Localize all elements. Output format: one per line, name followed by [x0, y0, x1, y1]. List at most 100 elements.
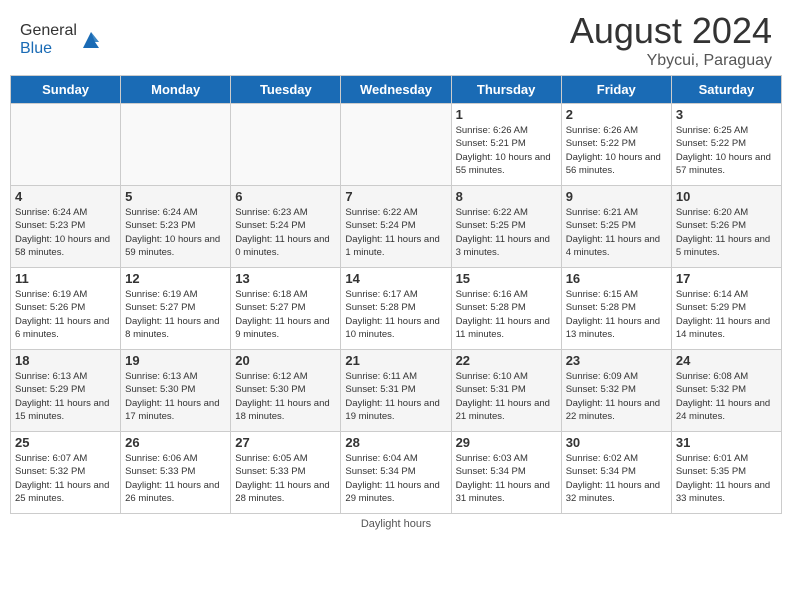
table-row: 12Sunrise: 6:19 AM Sunset: 5:27 PM Dayli… [121, 268, 231, 350]
calendar-week-row: 1 Sunrise: 6:26 AM Sunset: 5:21 PM Daylig… [11, 104, 782, 186]
day-number: 21 [345, 353, 446, 368]
calendar-table: Sunday Monday Tuesday Wednesday Thursday… [10, 75, 782, 514]
table-row: 16 Sunrise: 6:15 AM Sunset: 5:28 PM Dayli… [561, 268, 671, 350]
day-number: 4 [15, 189, 116, 204]
day-info: Sunrise: 6:17 AM Sunset: 5:28 PM Dayligh… [345, 288, 446, 341]
day-number: 28 [345, 435, 446, 450]
calendar-week-row: 25 Sunrise: 6:07 AM Sunset: 5:32 PM Dayli… [11, 432, 782, 514]
table-row [121, 104, 231, 186]
day-number: 10 [676, 189, 777, 204]
table-row: 4Sunrise: 6:24 AM Sunset: 5:23 PM Daylig… [11, 186, 121, 268]
table-row [341, 104, 451, 186]
day-info: Sunrise: 6:18 AM Sunset: 5:27 PM Dayligh… [235, 288, 336, 341]
day-number: 25 [15, 435, 116, 450]
day-number: 15 [456, 271, 557, 286]
table-row: 22Sunrise: 6:10 AM Sunset: 5:31 PM Dayli… [451, 350, 561, 432]
table-row: 24Sunrise: 6:08 AM Sunset: 5:32 PM Dayli… [671, 350, 781, 432]
day-info: Sunrise: 6:15 AM Sunset: 5:28 PM Dayligh… [566, 288, 667, 341]
day-info: Sunrise: 6:13 AM Sunset: 5:30 PM Dayligh… [125, 370, 226, 423]
day-number: 9 [566, 189, 667, 204]
day-number: 11 [15, 271, 116, 286]
table-row: 23 Sunrise: 6:09 AM Sunset: 5:32 PM Dayli… [561, 350, 671, 432]
table-row: 29 Sunrise: 6:03 AM Sunset: 5:34 PM Dayli… [451, 432, 561, 514]
day-info: Sunrise: 6:22 AM Sunset: 5:24 PM Dayligh… [345, 206, 446, 259]
logo-icon [79, 28, 103, 52]
table-row: 1 Sunrise: 6:26 AM Sunset: 5:21 PM Daylig… [451, 104, 561, 186]
day-number: 19 [125, 353, 226, 368]
table-row: 9Sunrise: 6:21 AM Sunset: 5:25 PM Daylig… [561, 186, 671, 268]
day-info: Sunrise: 6:19 AM Sunset: 5:26 PM Dayligh… [15, 288, 116, 341]
day-info: Sunrise: 6:03 AM Sunset: 5:34 PM Dayligh… [456, 452, 557, 505]
day-number: 18 [15, 353, 116, 368]
table-row: 27 Sunrise: 6:05 AM Sunset: 5:33 PM Dayli… [231, 432, 341, 514]
logo-general-text: General [20, 22, 77, 39]
day-number: 8 [456, 189, 557, 204]
table-row: 21Sunrise: 6:11 AM Sunset: 5:31 PM Dayli… [341, 350, 451, 432]
day-info: Sunrise: 6:14 AM Sunset: 5:29 PM Dayligh… [676, 288, 777, 341]
day-number: 2 [566, 107, 667, 122]
logo-blue-text: Blue [20, 40, 52, 57]
day-info: Sunrise: 6:25 AM Sunset: 5:22 PM Dayligh… [676, 124, 777, 177]
table-row: 5Sunrise: 6:24 AM Sunset: 5:23 PM Daylig… [121, 186, 231, 268]
location-subtitle: Ybycui, Paraguay [570, 52, 772, 70]
day-info: Sunrise: 6:22 AM Sunset: 5:25 PM Dayligh… [456, 206, 557, 259]
day-info: Sunrise: 6:12 AM Sunset: 5:30 PM Dayligh… [235, 370, 336, 423]
day-info: Sunrise: 6:09 AM Sunset: 5:32 PM Dayligh… [566, 370, 667, 423]
header-saturday: Saturday [671, 76, 781, 104]
table-row: 25 Sunrise: 6:07 AM Sunset: 5:32 PM Dayli… [11, 432, 121, 514]
day-number: 6 [235, 189, 336, 204]
day-number: 23 [566, 353, 667, 368]
table-row: 2 Sunrise: 6:26 AM Sunset: 5:22 PM Daylig… [561, 104, 671, 186]
day-number: 29 [456, 435, 557, 450]
table-row: 17 Sunrise: 6:14 AM Sunset: 5:29 PM Dayli… [671, 268, 781, 350]
table-row [231, 104, 341, 186]
day-number: 1 [456, 107, 557, 122]
page-header: General Blue August 2024 Ybycui, Paragua… [0, 0, 792, 75]
calendar-header-row: Sunday Monday Tuesday Wednesday Thursday… [11, 76, 782, 104]
table-row: 13 Sunrise: 6:18 AM Sunset: 5:27 PM Dayli… [231, 268, 341, 350]
day-info: Sunrise: 6:19 AM Sunset: 5:27 PM Dayligh… [125, 288, 226, 341]
table-row: 8 Sunrise: 6:22 AM Sunset: 5:25 PM Daylig… [451, 186, 561, 268]
table-row: 19 Sunrise: 6:13 AM Sunset: 5:30 PM Dayli… [121, 350, 231, 432]
day-info: Sunrise: 6:04 AM Sunset: 5:34 PM Dayligh… [345, 452, 446, 505]
day-info: Sunrise: 6:24 AM Sunset: 5:23 PM Dayligh… [125, 206, 226, 259]
logo: General Blue [20, 22, 103, 58]
day-info: Sunrise: 6:26 AM Sunset: 5:21 PM Dayligh… [456, 124, 557, 177]
table-row: 30Sunrise: 6:02 AM Sunset: 5:34 PM Dayli… [561, 432, 671, 514]
day-info: Sunrise: 6:23 AM Sunset: 5:24 PM Dayligh… [235, 206, 336, 259]
day-number: 17 [676, 271, 777, 286]
day-info: Sunrise: 6:06 AM Sunset: 5:33 PM Dayligh… [125, 452, 226, 505]
table-row: 6 Sunrise: 6:23 AM Sunset: 5:24 PM Daylig… [231, 186, 341, 268]
table-row: 15Sunrise: 6:16 AM Sunset: 5:28 PM Dayli… [451, 268, 561, 350]
day-number: 16 [566, 271, 667, 286]
calendar-week-row: 4 Sunrise: 6:24 AM Sunset: 5:23 PM Daylig… [11, 186, 782, 268]
title-section: August 2024 Ybycui, Paraguay [570, 10, 772, 70]
calendar-week-row: 11 Sunrise: 6:19 AM Sunset: 5:26 PM Dayli… [11, 268, 782, 350]
header-monday: Monday [121, 76, 231, 104]
day-info: Sunrise: 6:05 AM Sunset: 5:33 PM Dayligh… [235, 452, 336, 505]
day-number: 7 [345, 189, 446, 204]
month-year-title: August 2024 [570, 10, 772, 52]
header-thursday: Thursday [451, 76, 561, 104]
day-number: 20 [235, 353, 336, 368]
table-row: 31Sunrise: 6:01 AM Sunset: 5:35 PM Dayli… [671, 432, 781, 514]
table-row: 14 Sunrise: 6:17 AM Sunset: 5:28 PM Dayli… [341, 268, 451, 350]
table-row: 10 Sunrise: 6:20 AM Sunset: 5:26 PM Dayli… [671, 186, 781, 268]
table-row: 3Sunrise: 6:25 AM Sunset: 5:22 PM Daylig… [671, 104, 781, 186]
day-info: Sunrise: 6:13 AM Sunset: 5:29 PM Dayligh… [15, 370, 116, 423]
day-number: 13 [235, 271, 336, 286]
header-friday: Friday [561, 76, 671, 104]
table-row [11, 104, 121, 186]
day-info: Sunrise: 6:20 AM Sunset: 5:26 PM Dayligh… [676, 206, 777, 259]
day-info: Sunrise: 6:26 AM Sunset: 5:22 PM Dayligh… [566, 124, 667, 177]
table-row: 28 Sunrise: 6:04 AM Sunset: 5:34 PM Dayli… [341, 432, 451, 514]
table-row: 11 Sunrise: 6:19 AM Sunset: 5:26 PM Dayli… [11, 268, 121, 350]
day-info: Sunrise: 6:10 AM Sunset: 5:31 PM Dayligh… [456, 370, 557, 423]
calendar-week-row: 18 Sunrise: 6:13 AM Sunset: 5:29 PM Dayli… [11, 350, 782, 432]
day-info: Sunrise: 6:07 AM Sunset: 5:32 PM Dayligh… [15, 452, 116, 505]
day-number: 30 [566, 435, 667, 450]
table-row: 18 Sunrise: 6:13 AM Sunset: 5:29 PM Dayli… [11, 350, 121, 432]
day-number: 27 [235, 435, 336, 450]
day-number: 14 [345, 271, 446, 286]
table-row: 20 Sunrise: 6:12 AM Sunset: 5:30 PM Dayli… [231, 350, 341, 432]
